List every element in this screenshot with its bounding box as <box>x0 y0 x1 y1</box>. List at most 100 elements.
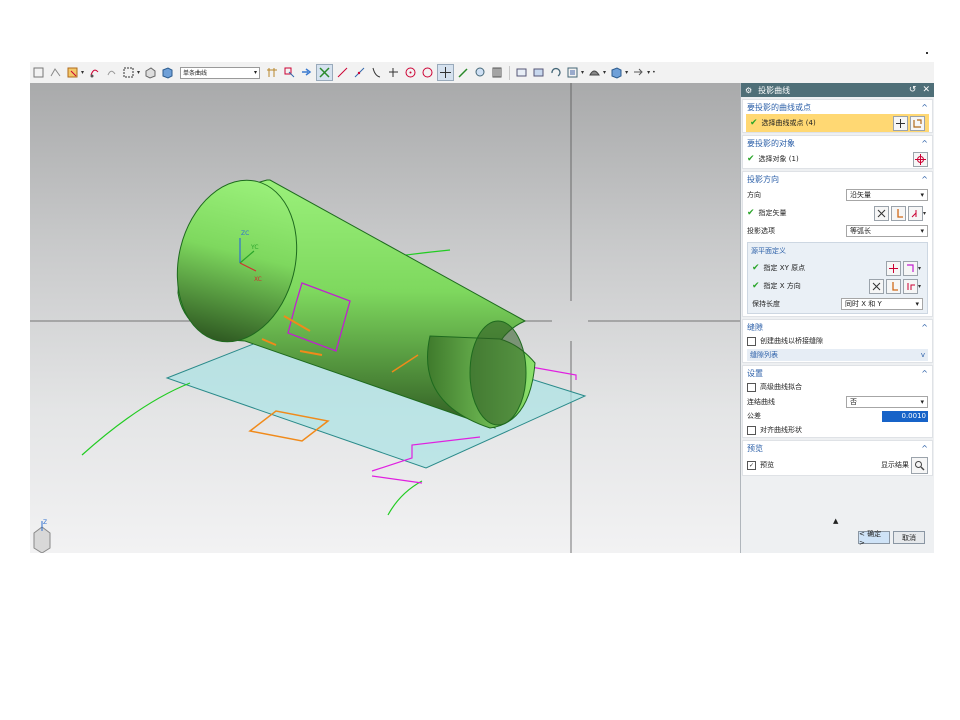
section-direction-header[interactable]: 投影方向 ^ <box>743 172 932 186</box>
box-icon[interactable] <box>609 65 624 80</box>
hq-fit-checkbox[interactable] <box>747 382 756 392</box>
rotate-icon[interactable] <box>87 65 102 80</box>
reverse-vector-button[interactable] <box>873 205 889 221</box>
render-icon[interactable] <box>587 65 602 80</box>
render-dropdown-icon[interactable]: ▾ <box>603 69 606 76</box>
box-select-icon[interactable] <box>121 65 136 80</box>
reset-icon[interactable]: ↺ <box>909 85 917 95</box>
chevron-down-icon: ▾ <box>920 227 924 235</box>
line2-icon[interactable] <box>352 65 367 80</box>
edit-icon[interactable] <box>456 65 471 80</box>
box-dropdown-icon-2[interactable]: ▾ <box>625 69 628 76</box>
cross-icon[interactable] <box>437 64 455 81</box>
select-curves-row[interactable]: ✔ 选择曲线或点 (4) <box>746 114 929 132</box>
shading-icon[interactable] <box>143 65 158 80</box>
x-direction-row: ✔ 指定 X 方向 ▾ <box>748 277 927 295</box>
grid-icon[interactable] <box>265 65 280 80</box>
select-dropdown-icon[interactable]: ▾ <box>81 69 84 76</box>
direction-select[interactable]: 沿矢量 ▾ <box>846 189 928 201</box>
keep-length-select[interactable]: 同时 X 和 Y ▾ <box>841 298 923 310</box>
fit-dropdown-icon[interactable]: ▾ <box>581 69 584 76</box>
curve-icon[interactable] <box>369 65 384 80</box>
x-vector-button[interactable] <box>885 278 901 294</box>
box-dropdown-icon[interactable]: ▾ <box>137 69 140 76</box>
view-icon[interactable] <box>531 65 546 80</box>
fit-icon[interactable] <box>565 65 580 80</box>
triad-zc-label: ZC <box>241 230 249 237</box>
ok-button[interactable]: < 确定 > <box>858 530 890 547</box>
line-icon[interactable] <box>335 65 350 80</box>
collapse-arrow-icon[interactable]: ▲ <box>833 517 838 525</box>
chevron-up-icon: ^ <box>921 368 928 378</box>
select-objects-row[interactable]: ✔ 选择对象 (1) <box>743 150 932 168</box>
hq-fit-row[interactable]: 高级曲线拟合 <box>743 380 932 394</box>
cone-end-small <box>469 320 527 426</box>
section-settings: 设置 ^ 高级曲线拟合 连结曲线 否 ▾ 公差 0.0010 对齐曲线形状 <box>742 365 933 438</box>
section-settings-header[interactable]: 设置 ^ <box>743 366 932 380</box>
keep-length-value: 同时 X 和 Y <box>845 300 882 308</box>
more-icon[interactable] <box>631 65 646 80</box>
arc-icon[interactable] <box>386 65 401 80</box>
cancel-button[interactable]: 取消 <box>893 531 925 544</box>
vector-type-button[interactable] <box>907 205 923 221</box>
more-dropdown-icon[interactable]: ▾ <box>647 69 650 76</box>
reverse-icon <box>872 282 881 290</box>
rotate-view-icon[interactable] <box>548 65 563 80</box>
reverse-x-button[interactable] <box>868 278 884 294</box>
graphics-viewport[interactable]: ZC YC XC Z <box>30 83 740 553</box>
join-select[interactable]: 否 ▾ <box>846 395 928 408</box>
refresh-icon[interactable] <box>473 65 488 80</box>
move-icon[interactable] <box>31 65 46 80</box>
model-scene: ZC YC XC Z <box>30 83 740 553</box>
show-result-button[interactable] <box>911 456 928 474</box>
arrow-icon[interactable] <box>299 65 314 80</box>
check-icon: ✔ <box>750 118 758 128</box>
zoom-icon[interactable] <box>514 65 529 80</box>
point-icon <box>888 263 898 273</box>
gear-icon[interactable]: ⚙ <box>745 86 752 95</box>
point-dialog-button[interactable] <box>885 260 901 276</box>
preview-checkbox[interactable]: ✓ <box>747 460 756 470</box>
toolbar-separator <box>509 65 511 80</box>
layer-icon[interactable] <box>490 65 505 80</box>
section-curves-header[interactable]: 要投影的曲线或点 ^ <box>743 100 932 114</box>
vector-dialog-button[interactable] <box>890 205 906 221</box>
circle-icon[interactable] <box>420 65 435 80</box>
circle-point-icon[interactable] <box>403 65 418 80</box>
snap-point-icon[interactable] <box>282 65 297 80</box>
snap-icon[interactable] <box>48 65 63 80</box>
gap-list-toggle[interactable]: 缝隙列表 v <box>747 349 928 361</box>
section-preview-header[interactable]: 预览 ^ <box>743 441 932 455</box>
redo-icon[interactable] <box>104 65 119 80</box>
bridge-gap-row[interactable]: 创建曲线以桥接缝隙 <box>743 334 932 348</box>
section-gap-header[interactable]: 缝隙 ^ <box>743 320 932 334</box>
select-icon[interactable] <box>65 65 80 80</box>
select-curves-label: 选择曲线或点 (4) <box>761 119 816 127</box>
vector-dropdown-icon[interactable]: ▾ <box>923 210 926 217</box>
x-vector-type-button[interactable] <box>902 278 918 294</box>
cube-icon[interactable] <box>160 65 175 80</box>
vertex-select-icon[interactable] <box>316 64 334 81</box>
preview-label: 预览 <box>760 461 774 469</box>
target-select-button[interactable] <box>913 151 928 167</box>
show-result-label: 显示结果 <box>881 461 909 469</box>
curve-filter-select[interactable]: 单条曲线 ▾ <box>180 66 261 79</box>
sketch-section-button[interactable] <box>910 115 925 131</box>
point-dropdown-icon[interactable]: ▾ <box>918 265 921 272</box>
section-objects-header[interactable]: 要投影的对象 ^ <box>743 136 932 150</box>
overflow-dot-icon[interactable]: • <box>652 69 656 76</box>
align-row[interactable]: 对齐曲线形状 <box>743 423 932 437</box>
align-checkbox[interactable] <box>747 425 756 435</box>
tolerance-input[interactable]: 0.0010 <box>882 410 928 422</box>
point-type-button[interactable] <box>902 260 918 276</box>
vector-icon <box>892 281 898 291</box>
gap-list-label: 缝隙列表 <box>750 351 778 359</box>
curve-rule-button[interactable] <box>893 115 908 131</box>
options-select[interactable]: 等弧长 ▾ <box>846 225 928 237</box>
bridge-gap-checkbox[interactable] <box>747 336 756 346</box>
chevron-down-icon: v <box>920 351 925 359</box>
corner-dot <box>926 52 928 54</box>
direction-label: 方向 <box>747 191 761 199</box>
x-vector-dropdown-icon[interactable]: ▾ <box>918 283 921 290</box>
close-icon[interactable]: ✕ <box>922 85 930 95</box>
